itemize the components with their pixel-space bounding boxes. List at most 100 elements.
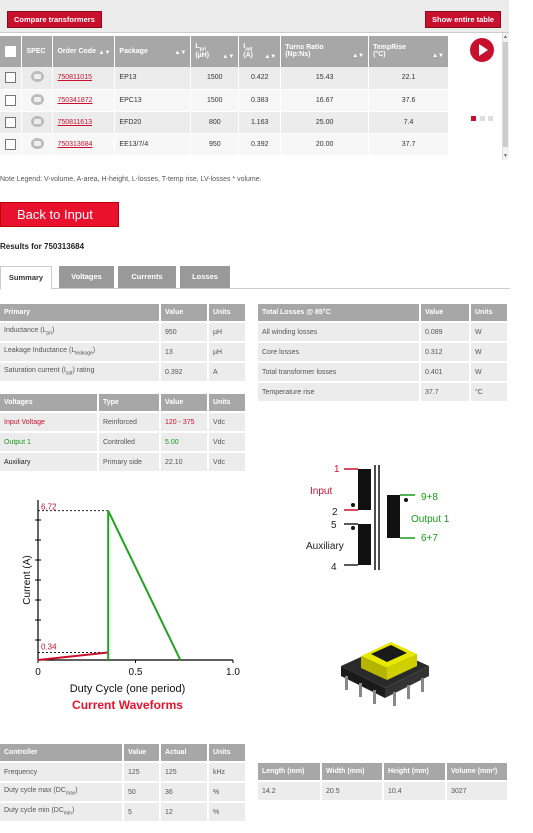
select-cell: [0, 67, 23, 90]
row-checkbox[interactable]: [5, 116, 16, 128]
spec-pdf-icon[interactable]: [30, 93, 44, 105]
x-axis-label: Duty Cycle (one period): [70, 683, 186, 695]
unit-cell: Vdc: [208, 452, 247, 473]
compare-transformers-button[interactable]: Compare transformers: [7, 11, 102, 28]
spec-pdf-icon[interactable]: [30, 71, 44, 83]
type-cell: Reinforced: [98, 412, 161, 433]
units-header: Units: [208, 394, 247, 413]
value-cell: 0.312: [420, 342, 471, 363]
back-to-input-button[interactable]: Back to Input: [0, 202, 119, 227]
table-row: Total transformer losses 0.401 W: [258, 362, 509, 383]
unit-cell: °C: [470, 382, 509, 403]
isat-cell: 0.383: [238, 89, 282, 112]
col-isat[interactable]: Isat (A) ▲▼: [238, 36, 282, 67]
col-spec[interactable]: SPEC: [21, 36, 54, 67]
voltages-table: Voltages Type Value Units Input Voltage Rein…: [0, 394, 247, 473]
width-value: 20.5: [321, 781, 384, 802]
order-code-link[interactable]: 750341872: [57, 97, 92, 104]
row-checkbox[interactable]: [5, 94, 16, 106]
table-row[interactable]: 750341872 EPC13 1500 0.383 16.67 37.6: [0, 89, 502, 112]
turns-cell: 25.00: [280, 111, 370, 134]
spec-pdf-icon[interactable]: [30, 115, 44, 127]
table-row: Frequency 125 125 kHz: [0, 762, 247, 783]
tab-summary[interactable]: Summary: [0, 266, 52, 290]
select-cell: [0, 111, 23, 134]
col-isat-label: Isat (A): [243, 42, 253, 60]
tab-currents[interactable]: Currents: [118, 266, 176, 288]
lpri-cell: 800: [190, 111, 240, 134]
polarity-dot: [351, 503, 355, 507]
chart-title: Current Waveforms: [72, 698, 183, 712]
sort-icon[interactable]: ▲▼: [222, 54, 234, 60]
order-code-link[interactable]: 750811015: [57, 74, 92, 81]
sort-icon[interactable]: ▲▼: [264, 54, 276, 60]
toolbar: Compare transformers Show entire table: [0, 0, 509, 33]
col-package[interactable]: Package ▲▼: [114, 36, 192, 67]
col-order-code[interactable]: Order Code ▲▼: [52, 36, 116, 67]
primary-winding: [344, 468, 371, 511]
voltage-label: Input Voltage: [0, 412, 99, 433]
primary-table: Primary Value Units Inductance (Lpri) 950 µH…: [0, 304, 247, 383]
row-checkbox[interactable]: [5, 138, 16, 150]
select-all-checkbox[interactable]: [5, 46, 16, 57]
table-row: Saturation current (Isat) rating 0.392 A: [0, 362, 247, 383]
value-cell: 0.401: [420, 362, 471, 383]
col-order-code-label: Order Code: [57, 47, 96, 55]
show-entire-table-button[interactable]: Show entire table: [425, 11, 502, 28]
scroll-down-icon[interactable]: ▼: [502, 152, 509, 160]
polarity-dot: [404, 498, 408, 502]
order-code-cell: 750341872: [52, 89, 116, 112]
spec-cell: [21, 89, 54, 112]
col-lpri[interactable]: Lpri (µH) ▲▼: [190, 36, 240, 67]
pin-5-label: 5: [331, 520, 337, 531]
length-value: 14.2: [258, 781, 322, 802]
temp-cell: 7.4: [368, 111, 449, 134]
col-temp-label: TempRise (°C): [373, 44, 407, 58]
col-turns-ratio[interactable]: Turns Ratio (Np:Ns) ▲▼: [280, 36, 370, 67]
pin-1-label: 1: [334, 464, 340, 475]
table-row: Input Voltage Reinforced 120 - 375 Vdc: [0, 412, 247, 433]
row-checkbox[interactable]: [5, 72, 16, 84]
turns-cell: 15.43: [280, 67, 370, 90]
value-cell: 37.7: [420, 382, 471, 403]
label-close: ): [51, 327, 55, 335]
table-row: Core losses 0.312 W: [258, 342, 509, 363]
unit-cell: µH: [208, 322, 247, 343]
dimensions-table: Length (mm) Width (mm) Height (mm) Volume (…: [258, 763, 509, 802]
scroll-up-icon[interactable]: ▲: [502, 33, 509, 41]
pager-dot-active[interactable]: [471, 116, 476, 121]
order-code-cell: 750811613: [52, 111, 116, 134]
tab-voltages[interactable]: Voltages: [59, 266, 114, 288]
sort-icon[interactable]: ▲▼: [352, 53, 364, 59]
order-code-link[interactable]: 750811613: [57, 119, 92, 126]
table-row[interactable]: 750811613 EFD20 800 1.163 25.00 7.4: [0, 111, 502, 134]
sort-icon[interactable]: ▲▼: [99, 50, 111, 56]
sort-icon[interactable]: ▲▼: [174, 50, 186, 56]
play-icon[interactable]: [470, 38, 494, 62]
tab-losses[interactable]: Losses: [180, 266, 230, 288]
unit-cell: W: [470, 342, 509, 363]
table-row: Leakage Inductance (Lleakage) 13 µH: [0, 342, 247, 363]
unit-cell: W: [470, 362, 509, 383]
input-label: Input: [310, 486, 332, 497]
package-cell: EP13: [114, 67, 192, 90]
row-label: Inductance (Lpri): [0, 322, 161, 343]
value-cell: 950: [160, 322, 209, 343]
spec-pdf-icon[interactable]: [30, 137, 44, 149]
spec-cell: [21, 133, 54, 156]
col-temp-rise[interactable]: TempRise (°C) ▲▼: [368, 36, 449, 67]
spacer-cell: [448, 89, 502, 112]
table-row[interactable]: 750313684 EE13/7/4 950 0.392 20.00 37.7: [0, 133, 502, 156]
order-code-cell: 750811015: [52, 67, 116, 90]
volume-value: 3027: [446, 781, 509, 802]
pager-dot[interactable]: [480, 116, 485, 121]
units-header: Units: [208, 304, 247, 323]
sort-icon[interactable]: ▲▼: [432, 53, 444, 59]
table-row[interactable]: 750811015 EP13 1500 0.422 15.43 22.1: [0, 67, 502, 90]
order-code-link[interactable]: 750313684: [57, 141, 92, 148]
spec-cell: [21, 67, 54, 90]
label-close: ): [71, 807, 75, 815]
scrollbar-thumb[interactable]: [503, 42, 508, 147]
lpri-cell: 1500: [190, 89, 240, 112]
pager-dot[interactable]: [488, 116, 493, 121]
